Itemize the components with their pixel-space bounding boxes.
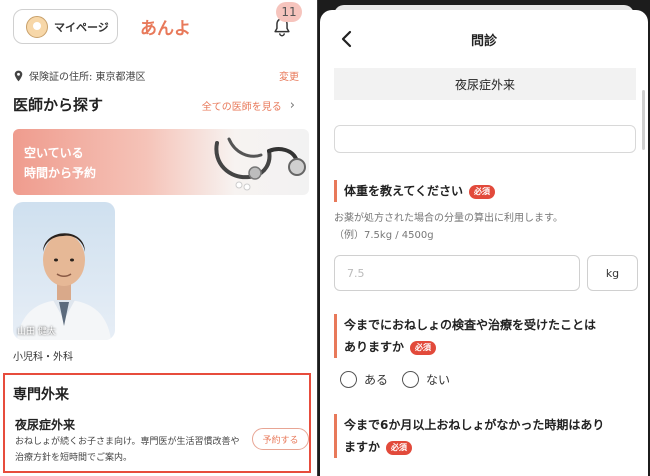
question-text-line-1: 今まで6か月以上おねしょがなかった時期はあり [344, 418, 605, 432]
required-badge: 必須 [386, 440, 413, 455]
clinic-name-bar: 夜尿症外来 [334, 68, 636, 100]
radio-option-yes[interactable]: ある [340, 371, 388, 388]
mypage-label: マイページ [54, 20, 109, 34]
clinic-name: 夜尿症外来 [15, 418, 76, 432]
banner-line-1: 空いている [24, 146, 84, 160]
question-label: 今まで6か月以上おねしょがなかった時期はあり ますか 必須 [344, 414, 604, 458]
questionnaire-sheet: 問診 夜尿症外来 体重を教えてください 必須 お薬が処方された場合の分量の算出に利… [320, 10, 648, 476]
mypage-button[interactable]: マイページ [13, 9, 118, 44]
insurance-address: 保険証の住所: 東京都港区 [29, 72, 146, 83]
question-text-line-1: 今までにおねしょの検査や治療を受けたことは [344, 318, 597, 332]
radio-label: ある [364, 373, 389, 387]
required-badge: 必須 [469, 184, 496, 199]
chevron-right-icon: › [289, 98, 295, 113]
question-accent-bar [334, 314, 337, 358]
available-time-banner[interactable]: 空いている 時間から予約 [13, 129, 309, 195]
location-pin-icon [14, 70, 23, 81]
specialty-clinic-section: 専門外来 夜尿症外来 おねしょが続くお子さま向け。専門医が生活習慣改善や治療方針… [3, 373, 311, 473]
hint-line-2: （例）7.5kg / 4500g [334, 230, 434, 241]
empty-input-field[interactable] [334, 125, 636, 153]
scrollbar[interactable] [642, 90, 645, 150]
see-all-label: 全ての医師を見る [201, 102, 282, 113]
radio-option-no[interactable]: ない [402, 371, 450, 388]
question-dry-period: 今まで6か月以上おねしょがなかった時期はあり ますか 必須 [334, 414, 638, 458]
questionnaire-screen: 問診 夜尿症外来 体重を教えてください 必須 お薬が処方された場合の分量の算出に利… [318, 0, 650, 476]
question-text-line-2: ありますか [344, 340, 405, 354]
doctors-section-title: 医師から探す [13, 96, 104, 114]
question-label: 今までにおねしょの検査や治療を受けたことは ありますか 必須 [344, 314, 596, 358]
specialty-title: 専門外来 [13, 387, 69, 403]
hint-line-1: お薬が処方された場合の分量の算出に利用します。 [334, 213, 563, 224]
radio-button[interactable] [340, 371, 357, 388]
weight-input[interactable]: 7.5 [334, 255, 580, 291]
reserve-button[interactable]: 予約する [252, 428, 309, 450]
banner-text: 空いている 時間から予約 [24, 143, 96, 183]
question-hint: お薬が処方された場合の分量の算出に利用します。 （例）7.5kg / 4500g [334, 210, 563, 244]
page-title: 問診 [470, 34, 497, 49]
question-text-line-2: ますか [344, 440, 381, 454]
banner-line-2: 時間から予約 [24, 166, 97, 180]
notification-badge: 11 [276, 2, 302, 22]
avatar-icon [26, 15, 48, 38]
weight-unit-select[interactable]: kg [587, 255, 638, 291]
question-accent-bar [334, 180, 337, 202]
question-text: 体重を教えてください [344, 184, 464, 198]
see-all-doctors-link[interactable]: 全ての医師を見る › [202, 98, 295, 113]
required-badge: 必須 [410, 340, 437, 355]
question-accent-bar [334, 414, 337, 458]
doctor-name: 山田 健太 [17, 327, 56, 337]
home-screen: マイページ あんよ 11 保険証の住所: 東京都港区 変更 医師から探す 全ての… [0, 0, 317, 476]
doctor-department: 小児科・外科 [13, 352, 73, 363]
app-logo: あんよ [140, 19, 191, 39]
question-label: 体重を教えてください 必須 [344, 180, 496, 202]
question-weight: 体重を教えてください 必須 [334, 180, 634, 202]
address-change-link[interactable]: 変更 [279, 68, 299, 83]
stethoscope-icon [214, 137, 306, 191]
clinic-description: おねしょが続くお子さま向け。専門医が生活習慣改善や治療方針を短時間でご案内。 [15, 437, 240, 463]
address-row: 保険証の住所: 東京都港区 変更 [14, 68, 299, 83]
doctor-photo [17, 233, 111, 340]
radio-label: ない [426, 373, 451, 387]
question-prior-treatment: 今までにおねしょの検査や治療を受けたことは ありますか 必須 [334, 314, 638, 358]
radio-button[interactable] [402, 371, 420, 388]
doctor-card[interactable]: 山田 健太 [13, 202, 115, 340]
radio-group: ある ない [340, 371, 450, 388]
